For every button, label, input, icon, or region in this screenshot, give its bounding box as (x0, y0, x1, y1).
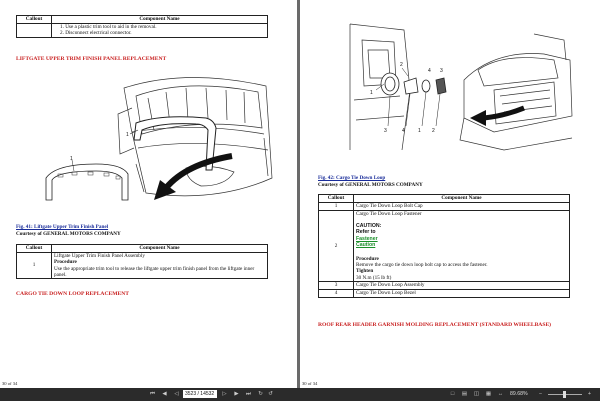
figure-caption: Fig. 41: Liftgate Upper Trim Finish Pane… (16, 224, 109, 230)
header-component: Component Name (51, 15, 268, 24)
callout-cell: 1 (318, 201, 354, 211)
next-page-icon[interactable]: ▶ (232, 390, 241, 399)
component-cell: 1. Use a plastic trim tool to aid in the… (51, 22, 268, 38)
forward-icon[interactable]: ▷ (220, 390, 229, 399)
caution-link[interactable]: Caution (356, 242, 375, 248)
header-component: Component Name (353, 194, 570, 203)
procedure-text: Use the appropriate trim tool to release… (54, 265, 255, 278)
document-page-right: 1 2 3 4 1 2 3 4 Fig. 42: Cargo Tie Down … (300, 0, 600, 388)
tighten-value: 30 N.m (15 lb ft) (356, 274, 392, 281)
section-heading: LIFTGATE UPPER TRIM FINISH PANEL REPLACE… (16, 56, 167, 62)
prev-page-icon[interactable]: ◀ (160, 390, 169, 399)
callout-label: 2 (432, 128, 435, 134)
document-page-left: Callout Component Name 1. Use a plastic … (0, 0, 297, 388)
figure-courtesy: Courtesy of GENERAL MOTORS COMPANY (16, 231, 121, 237)
component-cell: Cargo Tie Down Loop Bolt Cap (353, 201, 570, 211)
next-section-heading: ROOF REAR HEADER GARNISH MOLDING REPLACE… (318, 322, 552, 328)
callout-label: 4 (428, 68, 431, 74)
component-cell: Liftgate Upper Trim Finish Panel Assembl… (51, 251, 268, 280)
page-number-input[interactable] (183, 390, 217, 398)
header-callout: Callout (16, 15, 52, 24)
continuous-icon[interactable]: ▤ (460, 390, 469, 399)
callout-cell: 2 (318, 209, 354, 283)
callout-cell (16, 22, 52, 38)
callout-label: 2 (400, 62, 403, 68)
table-row: 1 Cargo Tie Down Loop Bolt Cap (318, 201, 570, 211)
zoom-level[interactable]: 89.68% (510, 391, 528, 397)
callout-label: 1 (126, 132, 129, 138)
header-callout: Callout (16, 244, 52, 253)
component-cell: Cargo Tie Down Loop Fastener CAUTION: Re… (353, 209, 570, 283)
single-page-icon[interactable]: □ (448, 390, 457, 399)
table-row: 1 Liftgate Upper Trim Finish Panel Assem… (16, 251, 268, 280)
zoom-in-icon[interactable]: + (585, 390, 594, 399)
last-page-icon[interactable]: ⏭ (244, 390, 253, 399)
figure-courtesy: Courtesy of GENERAL MOTORS COMPANY (318, 182, 423, 188)
figure-caption: Fig. 42: Cargo Tie Down Loop (318, 175, 386, 181)
liftgate-illustration: 1 1 (45, 77, 273, 201)
header-callout: Callout (318, 194, 354, 203)
history-icon[interactable]: ↺ (266, 390, 275, 399)
facing-continuous-icon[interactable]: ▦ (484, 390, 493, 399)
callout-label: 4 (402, 128, 405, 134)
refresh-icon[interactable]: ↻ (256, 390, 265, 399)
zoom-slider-handle[interactable] (563, 391, 566, 398)
table-row: 1. Use a plastic trim tool to aid in the… (16, 22, 268, 38)
viewer-statusbar: ⏮ ◀ ◁ ▷ ▶ ⏭ ↻ ↺ □ ▤ ◫ ▦ ↔ 89.68% − + (0, 388, 600, 401)
step-line: 2. Disconnect electrical connector. (60, 30, 132, 37)
callout-label: 3 (440, 68, 443, 74)
first-page-icon[interactable]: ⏮ (148, 390, 157, 399)
callout-table-top: Callout Component Name 1. Use a plastic … (16, 15, 268, 38)
table-row: 2 Cargo Tie Down Loop Fastener CAUTION: … (318, 209, 570, 283)
zoom-out-icon[interactable]: − (536, 390, 545, 399)
table-row: 3 Cargo Tie Down Loop Assembly (318, 281, 570, 290)
header-component: Component Name (51, 244, 268, 253)
fit-width-icon[interactable]: ↔ (496, 390, 505, 399)
table-row: 4 Cargo Tie Down Loop Bezel (318, 288, 570, 298)
callout-cell: 4 (318, 288, 354, 298)
callout-table: Callout Component Name 1 Cargo Tie Down … (318, 194, 570, 298)
callout-label: 1 (370, 90, 373, 96)
back-icon[interactable]: ◁ (172, 390, 181, 399)
page-number: 30 of 34 (302, 381, 318, 386)
next-section-heading: CARGO TIE DOWN LOOP REPLACEMENT (16, 291, 130, 297)
facing-icon[interactable]: ◫ (472, 390, 481, 399)
callout-label: 1 (418, 128, 421, 134)
callout-label: 1 (70, 156, 73, 162)
component-cell: Cargo Tie Down Loop Assembly (353, 281, 570, 290)
callout-cell: 1 (16, 251, 52, 280)
component-cell: Cargo Tie Down Loop Bezel (353, 288, 570, 298)
callout-table-bottom: Callout Component Name 1 Liftgate Upper … (16, 244, 268, 280)
callout-cell: 3 (318, 281, 354, 290)
cargo-tie-down-illustration: 1 2 3 4 1 2 3 4 (349, 23, 573, 151)
fastener-link[interactable]: Fastener (356, 236, 378, 242)
callout-label: 3 (384, 128, 387, 134)
page-number: 30 of 34 (2, 381, 18, 386)
